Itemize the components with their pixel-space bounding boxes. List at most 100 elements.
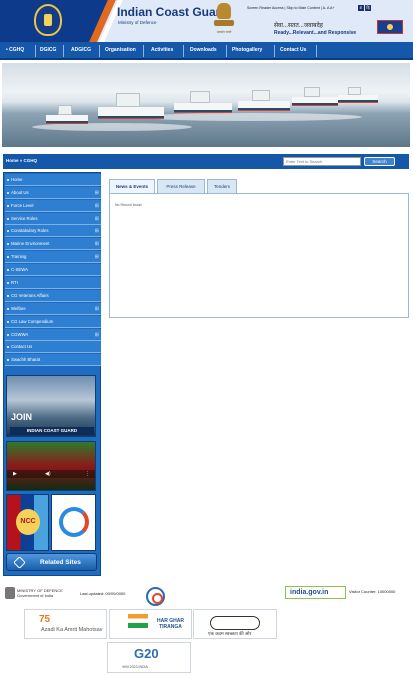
india-gov-link[interactable]: india.gov.in <box>285 586 346 599</box>
nav-item-contact-us[interactable]: Contact Us <box>280 42 306 60</box>
org-subtitle: Ministry of Defence <box>118 20 157 25</box>
hero-banner-ships <box>2 63 410 147</box>
ministry-of-defence-logo[interactable]: MINISTRY OF DEFENCE Government of India <box>17 588 63 598</box>
breadcrumb[interactable]: Home » CGHQ <box>6 158 37 163</box>
g20-title: G20 <box>134 646 159 661</box>
har-ghar-tiranga-logo[interactable]: HAR GHAR TIRANGA <box>109 609 192 639</box>
sidebar-item-label: CG Law Compendium <box>11 319 54 324</box>
ship-image <box>174 103 232 113</box>
join-coast-guard-banner[interactable]: JOIN INDIAN COAST GUARD <box>6 375 96 437</box>
utility-links[interactable]: Screen Reader Access | Skip to Main Cont… <box>247 6 334 10</box>
circular-logo-icon[interactable] <box>146 587 165 606</box>
azadi-text: Azadi Ka Amrit Mahotsav <box>41 627 103 633</box>
azadi-ka-amrit-mahotsav-logo[interactable]: 75 Azadi Ka Amrit Mahotsav <box>24 609 107 639</box>
ship-image <box>338 95 378 103</box>
expand-icon[interactable]: ⊞ <box>95 187 99 199</box>
video-controls: ▶ ◀) ⋮ <box>7 470 95 478</box>
sidebar-item-force-level[interactable]: Force Level ⊞ <box>5 200 101 212</box>
expand-icon[interactable]: ⊞ <box>95 251 99 263</box>
nav-item-adgicg[interactable]: ADGICG <box>71 42 91 60</box>
sidebar-item-about-us[interactable]: About Us ⊞ <box>5 187 101 199</box>
expand-icon[interactable]: ⊞ <box>95 200 99 212</box>
sidebar-item-label: Force Level <box>11 203 34 208</box>
search-input[interactable] <box>283 157 361 166</box>
g20-subtitle: भारत 2023 INDIA <box>122 665 148 669</box>
sidebar-item-rti[interactable]: RTI <box>5 277 101 289</box>
nav-item-downloads[interactable]: Downloads <box>190 42 217 60</box>
sidebar-item-label: Swachh Bharat <box>11 357 41 362</box>
language-switcher[interactable]: E हि <box>358 5 372 11</box>
sidebar-item-label: Training <box>11 254 27 259</box>
sidebar-item-label: C-SEWA <box>11 267 29 272</box>
ncc-banner[interactable]: NCC <box>6 494 49 551</box>
nav-item-dgicg[interactable]: DGICG <box>40 42 56 60</box>
nav-item-cghq[interactable]: • CGHQ <box>6 42 24 60</box>
sidebar-item-cgwwa[interactable]: CGWWA ⊞ <box>5 329 101 341</box>
play-icon[interactable]: ▶ <box>13 470 17 478</box>
crest-anchor-icon <box>44 14 52 26</box>
har-ghar-tiranga-text: HAR GHAR TIRANGA <box>157 618 184 630</box>
volume-icon[interactable]: ◀) <box>45 470 51 478</box>
gandhi-glasses-icon <box>210 616 260 630</box>
sidebar-item-cg-law-compendium[interactable]: CG Law Compendium <box>5 316 101 328</box>
sidebar-item-swachh-bharat[interactable]: Swachh Bharat <box>5 354 101 366</box>
tab-press-release[interactable]: Press Release <box>157 179 205 193</box>
site-header: Indian Coast Guard Ministry of Defence स… <box>0 0 413 42</box>
sidebar-item-training[interactable]: Training ⊞ <box>5 251 101 263</box>
related-sites-label: Related Sites <box>40 559 81 566</box>
sidebar-item-label: CGWWA <box>11 332 29 337</box>
sidebar-item-c-sewa[interactable]: C-SEWA <box>5 264 101 276</box>
national-emblem-icon: सत्यमेव जयते <box>212 3 236 37</box>
nav-item-organisation[interactable]: Organisation <box>105 42 136 60</box>
join-subtitle: INDIAN COAST GUARD <box>10 427 94 435</box>
sidebar-item-label: Service Roles <box>11 216 38 221</box>
empty-record-message: No Record found <box>115 203 142 207</box>
expand-icon[interactable]: ⊞ <box>95 303 99 315</box>
sidebar-item-service-roles[interactable]: Service Roles ⊞ <box>5 213 101 225</box>
search-button[interactable]: Search <box>364 157 395 166</box>
ship-image <box>292 97 338 106</box>
expand-icon[interactable]: ⊞ <box>95 213 99 225</box>
sidebar-item-marine-environment[interactable]: Marine Environment ⊞ <box>5 238 101 250</box>
motto-english: Ready...Relevant...and Responsive <box>274 30 357 36</box>
ncc-badge-icon: NCC <box>16 509 40 535</box>
nav-item-activities[interactable]: Activities <box>151 42 173 60</box>
sidebar-item-label: About Us <box>11 190 29 195</box>
sidebar-item-label: RTI <box>11 280 18 285</box>
sidebar-item-label: Welfare <box>11 306 26 311</box>
sidebar-item-constabulary-roles[interactable]: Constabulary Roles ⊞ <box>5 225 101 237</box>
tab-tenders[interactable]: Tenders <box>207 179 237 193</box>
video-player[interactable]: ▶ ◀) ⋮ <box>6 441 96 491</box>
lang-hindi-icon[interactable]: हि <box>365 5 371 11</box>
sidebar-item-welfare[interactable]: Welfare ⊞ <box>5 303 101 315</box>
g20-logo[interactable]: G20 भारत 2023 INDIA <box>107 642 191 673</box>
expand-icon[interactable]: ⊞ <box>95 238 99 250</box>
swachh-bharat-logo[interactable]: एक कदम स्वच्छता की ओर <box>193 609 277 639</box>
sidebar-item-label: Contact Us <box>11 344 33 349</box>
partner-logo-banner[interactable] <box>51 494 96 551</box>
tab-content-panel: No Record found <box>109 193 409 318</box>
motto-hindi: सेवा...सतत...जवाबदेह <box>274 23 323 29</box>
expand-icon[interactable]: ⊞ <box>95 225 99 237</box>
sidebar-item-contact-us[interactable]: Contact Us <box>5 341 101 353</box>
sidebar-item-label: CG Veterans Affairs <box>11 293 49 298</box>
coast-guard-flag-icon <box>377 20 403 34</box>
tiranga-flag-icon <box>128 614 148 628</box>
emblem-caption: सत्यमेव जयते <box>216 30 232 34</box>
fullscreen-icon[interactable]: ⋮ <box>85 470 90 478</box>
lang-english-icon[interactable]: E <box>358 5 364 11</box>
sidebar-item-cg-veterans-affairs[interactable]: CG Veterans Affairs <box>5 290 101 302</box>
link-icon <box>13 556 26 569</box>
ministry-line2: Government of India <box>17 593 54 598</box>
tab-news-events[interactable]: News & Events <box>109 179 155 193</box>
coast-guard-crest-logo[interactable] <box>34 4 62 36</box>
last-updated-text: Last updated: 00/00/0000 <box>80 591 126 596</box>
ministry-emblem-icon <box>5 587 15 599</box>
main-nav: • CGHQ DGICG ADGICG Organisation Activit… <box>0 42 413 60</box>
sidebar-item-label: Marine Environment <box>11 241 50 246</box>
expand-icon[interactable]: ⊞ <box>95 329 99 341</box>
nav-item-photogallery[interactable]: Photogallery <box>232 42 262 60</box>
related-sites-button[interactable]: Related Sites <box>6 553 97 571</box>
sidebar-item-home[interactable]: Home <box>5 174 101 186</box>
ship-image <box>238 101 290 111</box>
